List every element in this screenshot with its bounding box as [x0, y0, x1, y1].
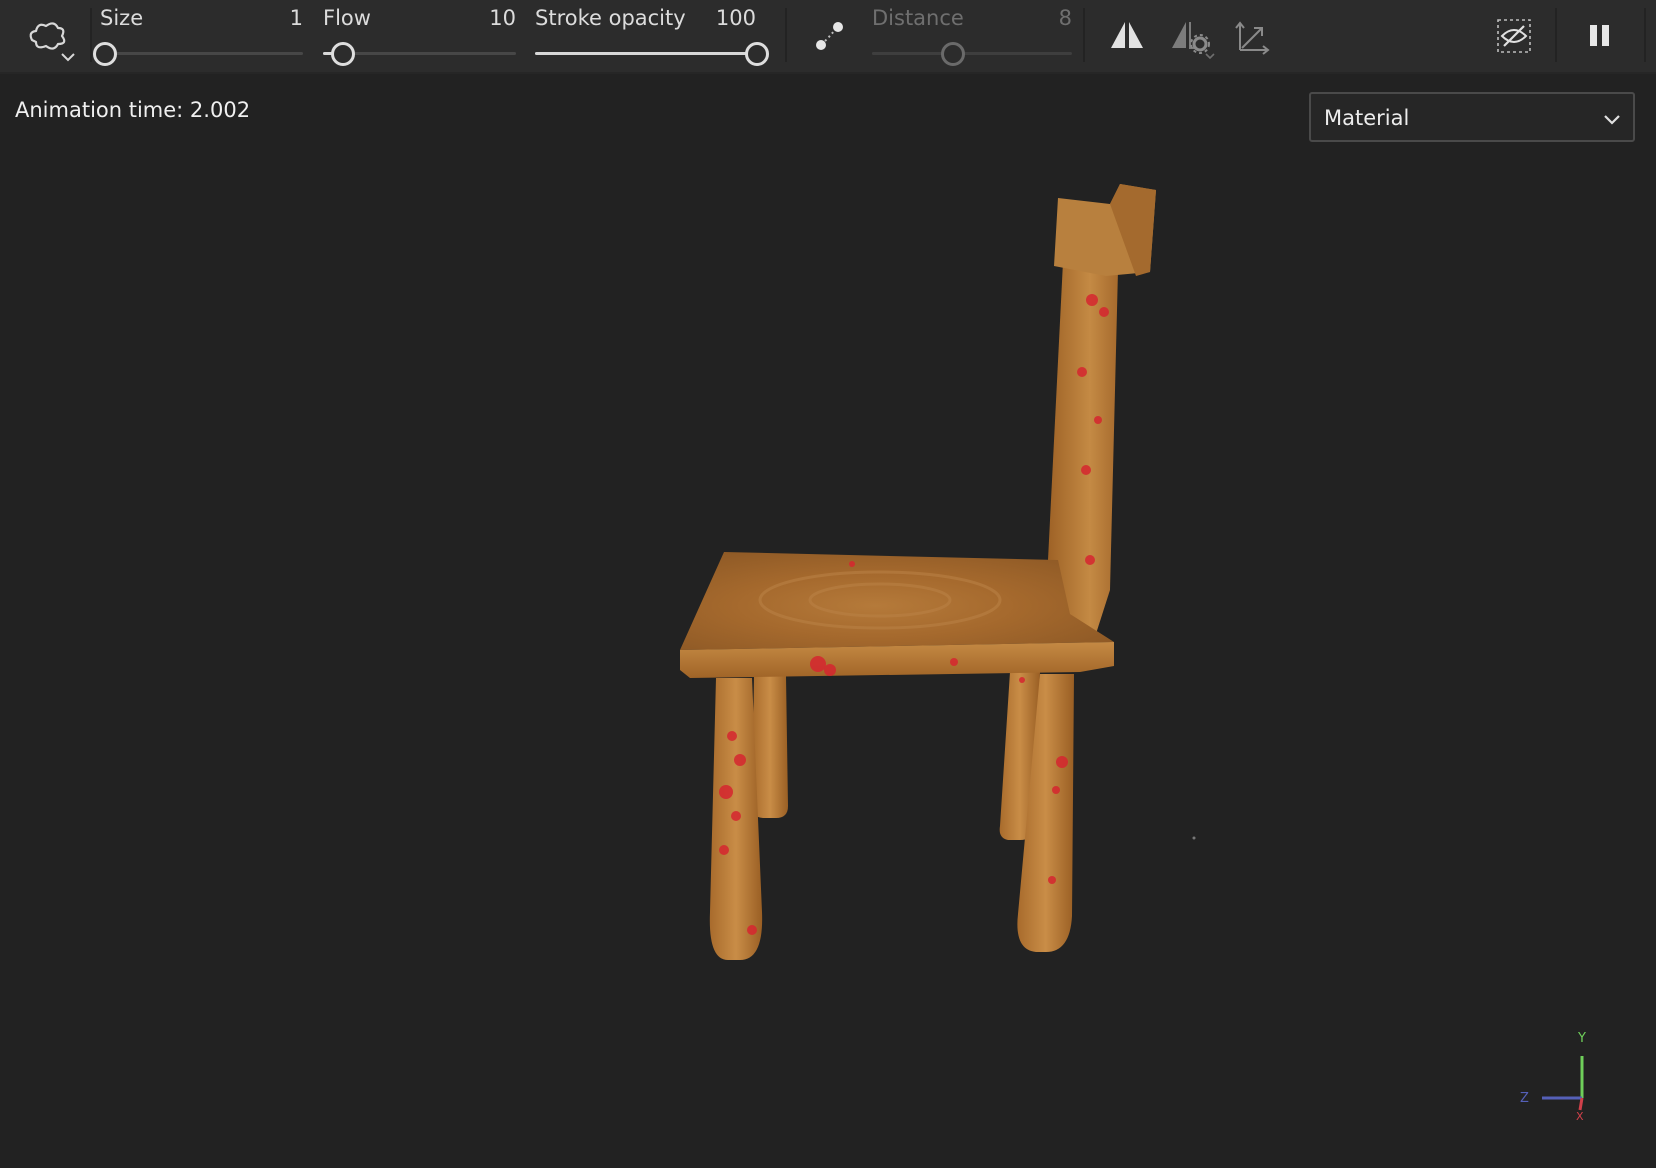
- flow-slider[interactable]: Flow 10: [323, 6, 516, 66]
- size-label: Size: [100, 6, 144, 30]
- y-axis-label: Y: [1577, 1031, 1586, 1046]
- hide-selection-button[interactable]: [1492, 14, 1536, 58]
- stroke-opacity-slider[interactable]: Stroke opacity 100: [535, 6, 769, 66]
- transform-icon: [1235, 21, 1270, 55]
- viewport-3d[interactable]: [0, 74, 1656, 1168]
- pause-icon: [1590, 25, 1609, 46]
- transform-button[interactable]: [1232, 14, 1276, 58]
- pause-button[interactable]: [1580, 16, 1620, 56]
- size-knob[interactable]: [93, 42, 118, 66]
- stroke-opacity-label: Stroke opacity: [535, 6, 686, 30]
- distance-knob[interactable]: [941, 42, 965, 66]
- brush-shape-icon: [29, 22, 75, 62]
- symmetry-icon: [1111, 22, 1143, 48]
- wooden-chair-icon: [680, 184, 1196, 960]
- flow-label: Flow: [323, 6, 371, 30]
- brush-tool-button[interactable]: [24, 12, 80, 62]
- stroke-opacity-knob[interactable]: [745, 42, 769, 66]
- distance-value: 8: [1058, 6, 1072, 30]
- x-axis-line: [1578, 1097, 1584, 1111]
- animation-time-label: Animation time: 2.002: [15, 98, 251, 122]
- x-axis-label: X: [1576, 1110, 1584, 1120]
- distance-slider[interactable]: Distance 8: [872, 6, 1072, 66]
- size-slider[interactable]: Size 1: [93, 6, 303, 66]
- symmetry-settings-icon: [1172, 22, 1215, 60]
- flow-value: 10: [489, 6, 516, 30]
- stroke-opacity-fill: [535, 52, 756, 55]
- distance-fill: [872, 52, 952, 55]
- size-value: 1: [289, 6, 303, 30]
- toolbar: Size 1 Flow 10 Stroke opacity 100 Distan…: [0, 0, 1656, 74]
- axis-gizmo: Y Z X: [1510, 1030, 1590, 1123]
- stroke-opacity-value: 100: [715, 6, 756, 30]
- chevron-down-icon: [1604, 115, 1620, 125]
- symmetry-button[interactable]: [1105, 14, 1149, 58]
- symmetry-settings-button[interactable]: [1168, 14, 1218, 60]
- hide-icon: [1497, 19, 1531, 53]
- shading-mode-value: Material: [1324, 106, 1410, 130]
- z-axis-label: Z: [1520, 1091, 1529, 1106]
- distance-label: Distance: [872, 6, 964, 30]
- lazy-mouse-button[interactable]: [808, 14, 852, 58]
- lazy-mouse-icon: [816, 22, 843, 50]
- flow-knob[interactable]: [331, 42, 356, 66]
- size-track[interactable]: [100, 52, 303, 55]
- shading-mode-dropdown[interactable]: Material: [1309, 92, 1635, 142]
